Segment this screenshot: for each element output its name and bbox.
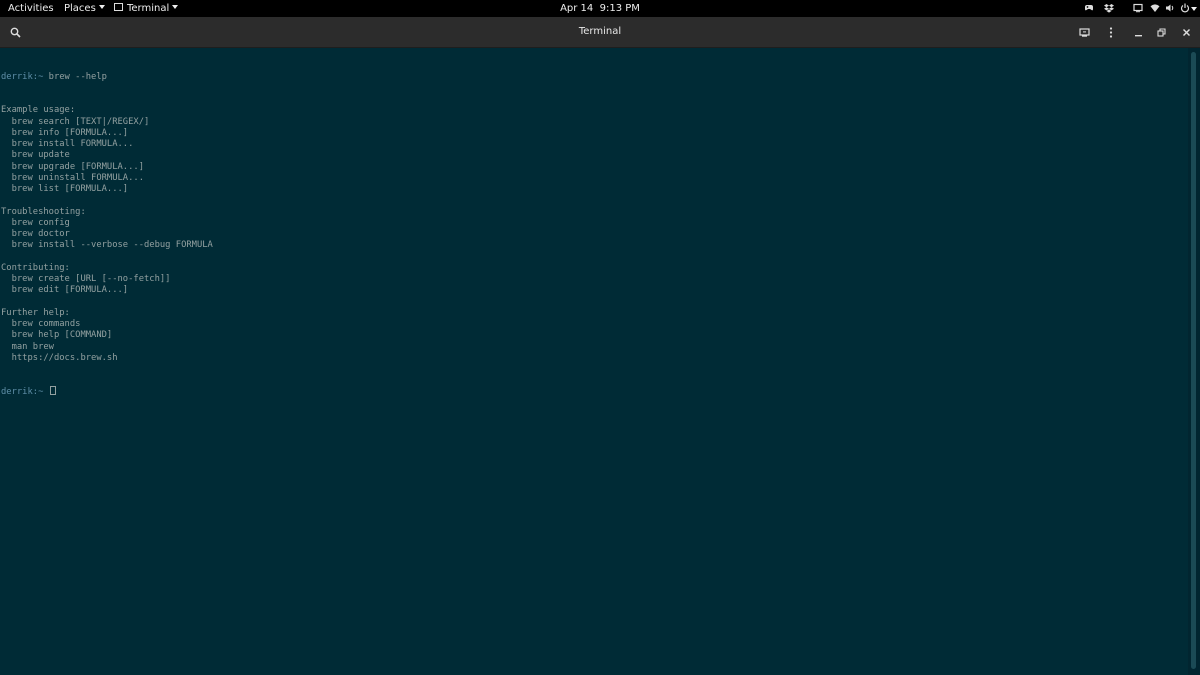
places-label: Places: [64, 3, 96, 14]
output-line: brew search [TEXT|/REGEX/]: [1, 116, 150, 127]
output-line: brew info [FORMULA...]: [1, 127, 129, 138]
screen-icon[interactable]: [1133, 3, 1143, 13]
restore-button[interactable]: [1154, 25, 1168, 39]
prompt: derrik:~: [1, 71, 44, 82]
minimize-icon: [1134, 34, 1142, 36]
close-icon: [1182, 28, 1190, 36]
kebab-menu-icon: [1109, 26, 1113, 38]
output-line: https://docs.brew.sh: [1, 352, 118, 363]
terminal-icon: [114, 3, 123, 11]
chevron-down-icon: [172, 5, 179, 9]
volume-icon[interactable]: [1165, 3, 1175, 13]
terminal-scrollbar[interactable]: [1188, 48, 1200, 675]
output-line: Contributing:: [1, 262, 70, 273]
output-line: Further help:: [1, 307, 70, 318]
output-line: brew edit [FORMULA...]: [1, 285, 129, 296]
new-tab-icon: [1078, 27, 1090, 37]
output-line: brew update: [1, 150, 70, 161]
close-button[interactable]: [1179, 25, 1193, 39]
places-menu[interactable]: Places: [64, 0, 105, 17]
menu-button[interactable]: [1104, 25, 1118, 39]
output-line: brew list [FORMULA...]: [1, 184, 129, 194]
activities-button[interactable]: Activities: [8, 0, 54, 17]
output-line: brew help [COMMAND]: [1, 330, 113, 341]
controller-icon[interactable]: [1084, 3, 1094, 13]
dropbox-icon[interactable]: [1104, 3, 1114, 13]
window-header-bar: Terminal: [0, 17, 1200, 48]
output-line: brew config: [1, 217, 70, 228]
output-line: brew commands: [1, 319, 81, 329]
clock-button[interactable]: Apr 14 9:13 PM: [560, 3, 640, 14]
top-bar: Activities Places Terminal Apr 14 9:13 P…: [0, 0, 1200, 17]
window-title: Terminal: [578, 26, 622, 37]
app-menu-terminal[interactable]: Terminal: [114, 0, 179, 17]
output-line: Troubleshooting:: [1, 206, 86, 217]
output-line: brew create [URL [--no-fetch]]: [1, 274, 171, 284]
output-line: brew install FORMULA...: [1, 139, 134, 149]
search-button[interactable]: [8, 25, 22, 39]
prompt: derrik:~: [1, 386, 49, 397]
restore-icon: [1156, 27, 1166, 37]
final-prompt-line: derrik:~: [1, 385, 213, 398]
output-line: Example usage:: [1, 105, 76, 116]
output-line: brew doctor: [1, 229, 70, 239]
output-line: man brew: [1, 341, 54, 352]
wifi-icon[interactable]: [1150, 3, 1160, 13]
clock-date: Apr 14: [560, 3, 594, 14]
terminal-output: derrik:~ brew --help Example usage: brew…: [1, 49, 213, 420]
scrollbar-thumb[interactable]: [1191, 52, 1196, 669]
output-line: brew upgrade [FORMULA...]: [1, 161, 144, 172]
app-menu-label: Terminal: [127, 3, 170, 14]
terminal-view[interactable]: derrik:~ brew --help Example usage: brew…: [0, 48, 1188, 675]
command-text: brew --help: [43, 71, 107, 82]
text-cursor: [49, 385, 56, 395]
command-line: derrik:~ brew --help: [1, 72, 213, 83]
new-tab-button[interactable]: [1077, 25, 1091, 39]
chevron-down-icon: [98, 5, 105, 9]
output-block: Example usage: brew search [TEXT|/REGEX/…: [1, 105, 213, 364]
search-icon: [10, 27, 21, 38]
output-line: brew uninstall FORMULA...: [1, 172, 144, 183]
clock-time: 9:13 PM: [599, 3, 640, 14]
clock: Apr 14 9:13 PM: [0, 0, 1200, 17]
system-menu-chevron-icon[interactable]: [1191, 7, 1197, 11]
power-icon[interactable]: [1180, 3, 1190, 13]
output-line: brew install --verbose --debug FORMULA: [1, 240, 213, 251]
minimize-button[interactable]: [1131, 25, 1145, 39]
